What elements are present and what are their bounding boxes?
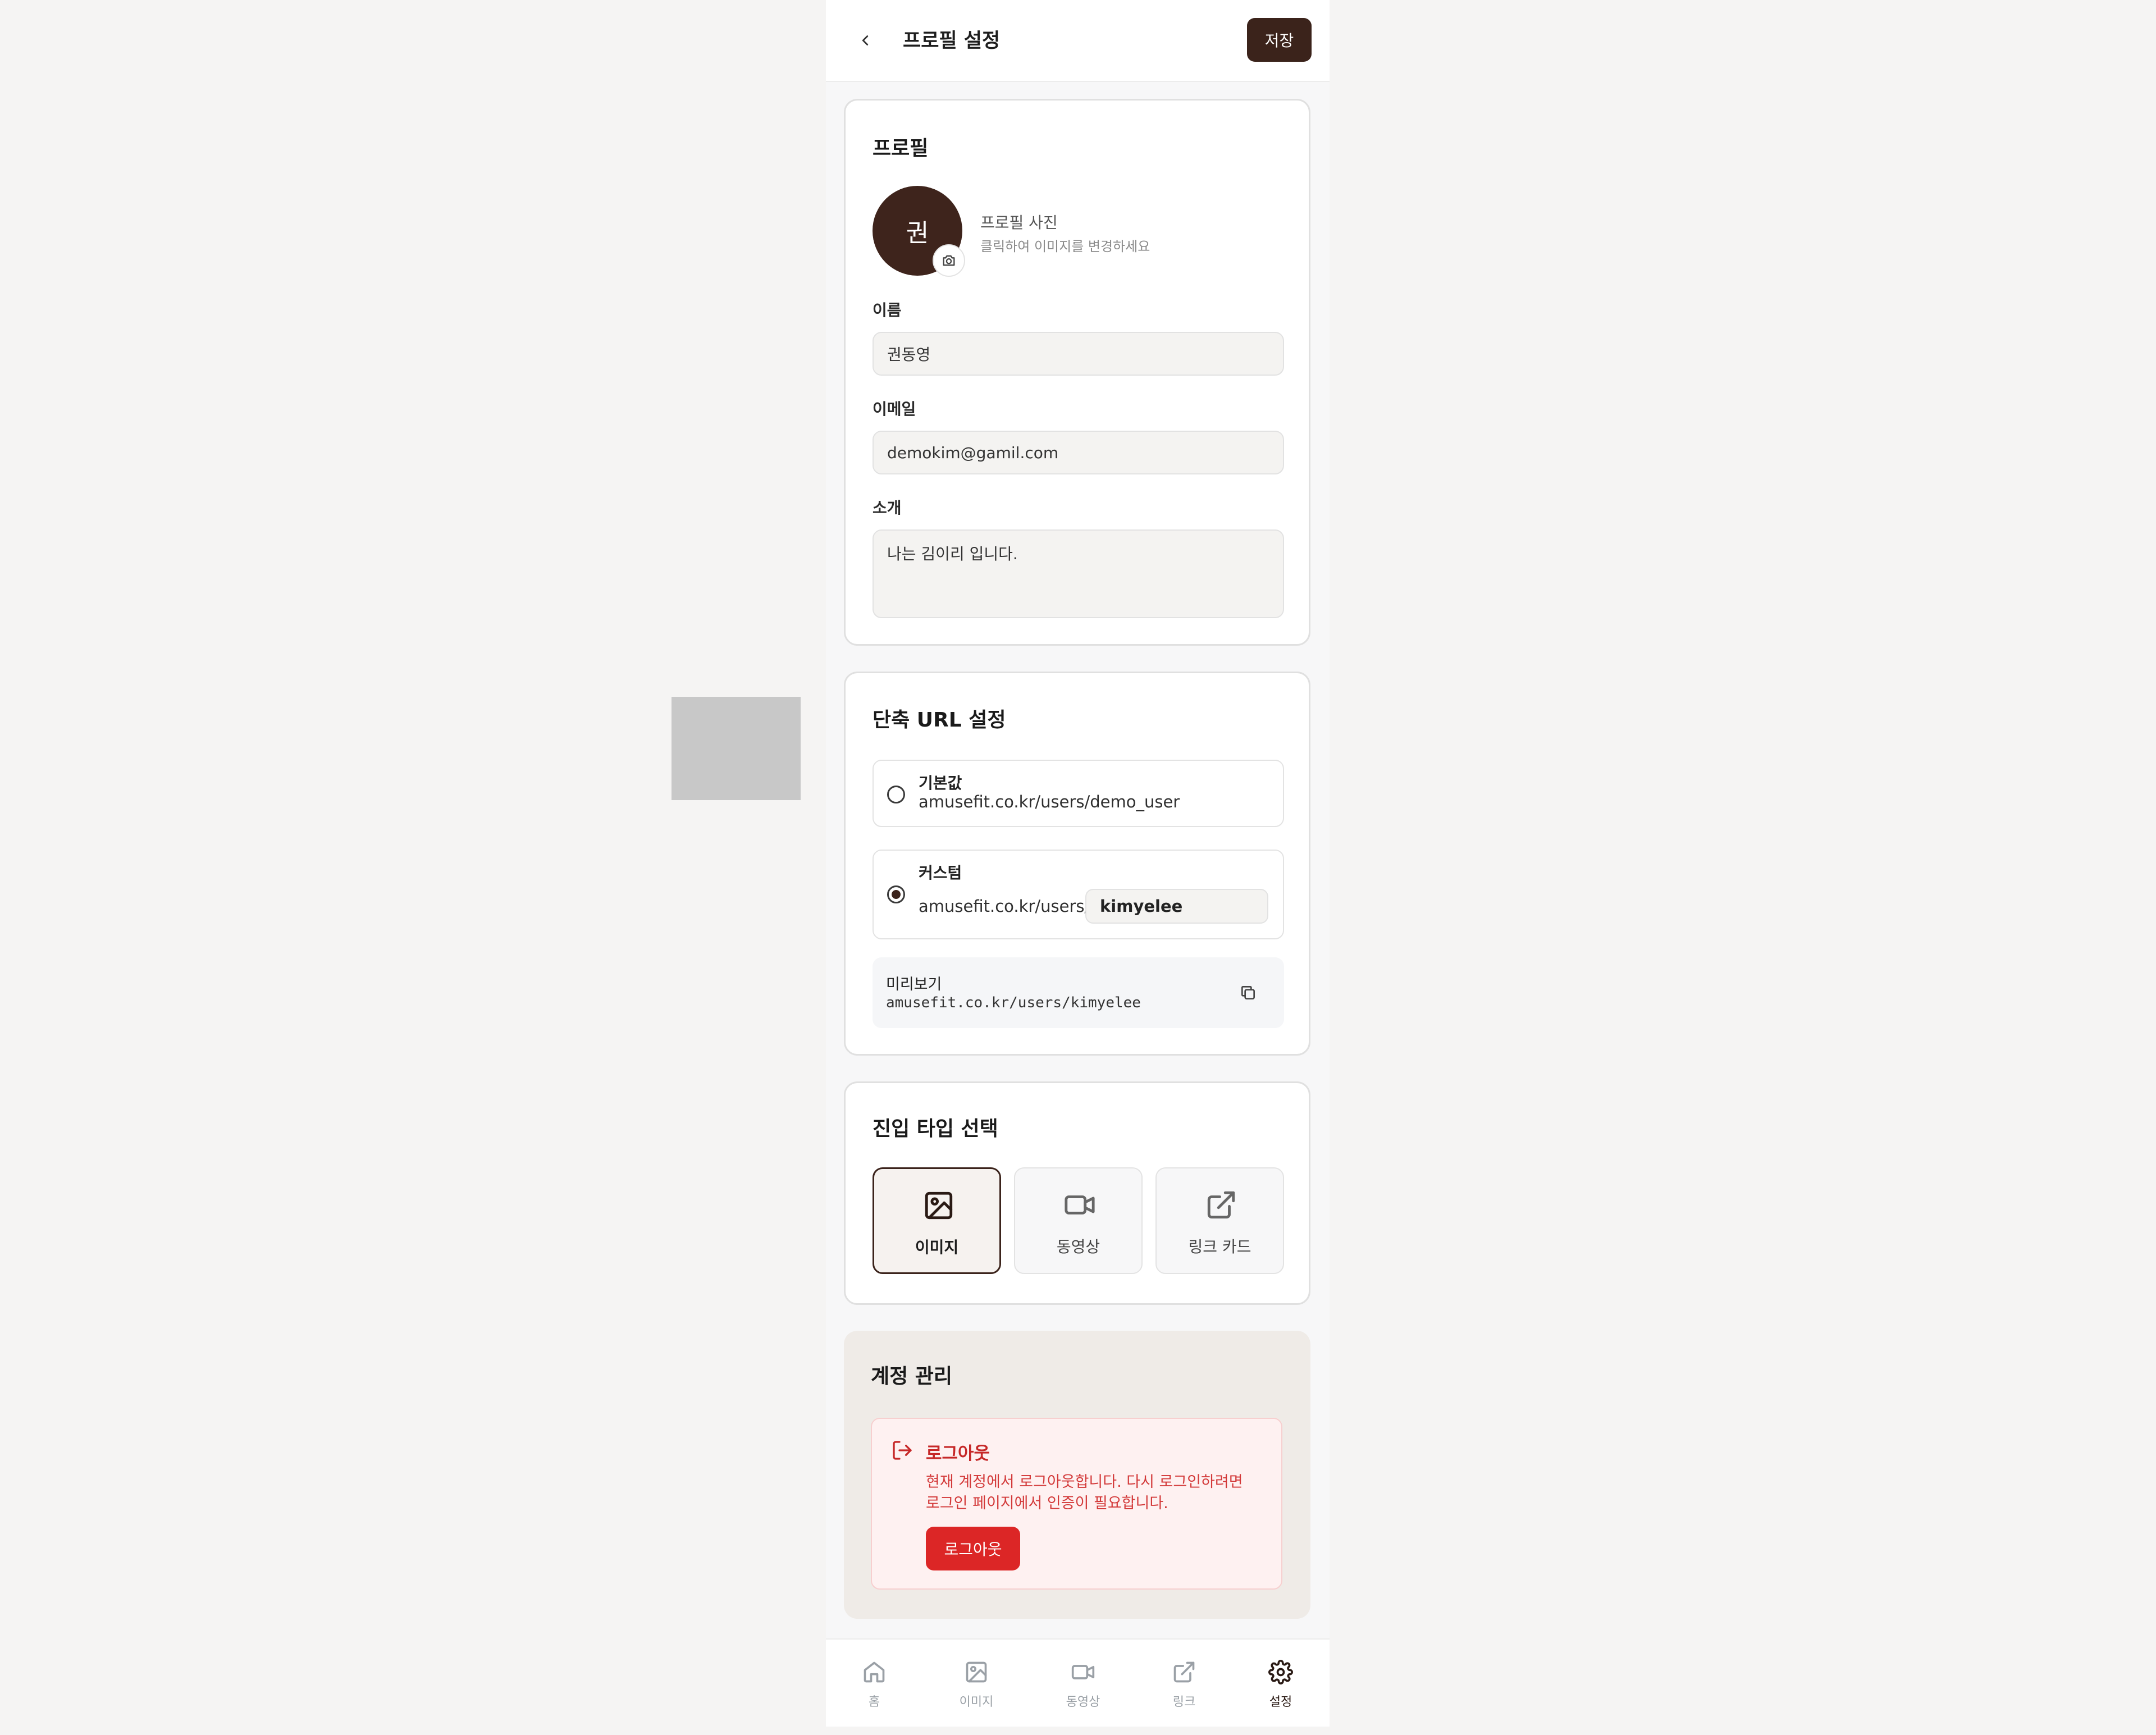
entry-type-video-label: 동영상 — [1056, 1238, 1100, 1256]
photo-label: 프로필 사진 — [980, 213, 1058, 232]
default-url-title: 기본값 — [919, 774, 962, 792]
photo-hint: 클릭하여 이미지를 변경하세요 — [980, 239, 1150, 254]
logout-button[interactable]: 로그아웃 — [926, 1527, 1020, 1570]
custom-url-input[interactable] — [1085, 889, 1268, 924]
video-icon — [1071, 1665, 1095, 1679]
bottom-nav: 홈 이미지 동영상 링크 설정 — [826, 1638, 1330, 1727]
bio-field[interactable]: 나는 김이리 입니다. — [873, 529, 1284, 618]
custom-url-radio[interactable] — [887, 885, 905, 903]
entry-type-section-title: 진입 타입 선택 — [873, 1117, 998, 1140]
camera-icon — [943, 255, 955, 266]
home-icon — [864, 1661, 885, 1683]
nav-item-home[interactable]: 홈 — [841, 1640, 908, 1727]
nav-label-settings: 설정 — [1269, 1695, 1292, 1709]
logout-title: 로그아웃 — [926, 1444, 990, 1464]
logout-panel: 로그아웃 현재 계정에서 로그아웃합니다. 다시 로그인하려면 로그인 페이지에… — [871, 1418, 1282, 1590]
back-button[interactable] — [851, 26, 880, 55]
account-card: 계정 관리 로그아웃 현재 계정에서 로그아웃합니다. 다시 로그인하려면 로그… — [844, 1331, 1310, 1619]
custom-url-prefix: amusefit.co.kr/users/ — [919, 897, 1090, 916]
placeholder-image — [672, 697, 801, 800]
short-url-card: 단축 URL 설정 기본값 amusefit.co.kr/users/demo_… — [844, 672, 1310, 1056]
image-icon — [925, 1191, 953, 1220]
default-url-option[interactable]: 기본값 amusefit.co.kr/users/demo_user — [873, 760, 1284, 827]
entry-type-link-card-label: 링크 카드 — [1188, 1238, 1251, 1256]
nav-item-link[interactable]: 링크 — [1150, 1640, 1218, 1727]
entry-type-video[interactable]: 동영상 — [1014, 1167, 1143, 1274]
default-url-radio[interactable] — [887, 786, 905, 803]
profile-card: 프로필 권 프로필 사진 클릭하여 이미지를 변경하세요 이름 이메일 소개 나… — [844, 99, 1310, 646]
account-section-title: 계정 관리 — [871, 1365, 953, 1388]
nav-label-link: 링크 — [1172, 1695, 1196, 1709]
change-photo-button[interactable] — [933, 244, 965, 277]
name-field[interactable] — [873, 332, 1284, 376]
copy-url-button[interactable] — [1235, 980, 1261, 1006]
bio-label: 소개 — [873, 499, 902, 517]
preview-url: amusefit.co.kr/users/kimyelee — [886, 994, 1141, 1011]
chevron-left-icon — [862, 35, 869, 45]
custom-url-option[interactable]: 커스텀 amusefit.co.kr/users/ — [873, 850, 1284, 939]
entry-type-image[interactable]: 이미지 — [873, 1167, 1001, 1274]
logout-description-line1: 현재 계정에서 로그아웃합니다. 다시 로그인하려면 — [926, 1473, 1243, 1491]
short-url-section-title: 단축 URL 설정 — [873, 709, 1006, 732]
logout-icon — [893, 1441, 912, 1460]
video-icon — [1065, 1195, 1095, 1214]
copy-icon — [1241, 986, 1255, 999]
preview-label: 미리보기 — [886, 976, 942, 993]
entry-type-image-label: 이미지 — [915, 1238, 959, 1257]
name-label: 이름 — [873, 301, 902, 319]
nav-item-image[interactable]: 이미지 — [943, 1640, 1010, 1727]
page-title: 프로필 설정 — [903, 30, 1001, 52]
custom-url-title: 커스텀 — [919, 864, 962, 882]
external-link-icon — [1207, 1191, 1235, 1219]
image-icon — [966, 1661, 987, 1683]
email-field[interactable] — [873, 431, 1284, 474]
entry-type-card: 진입 타입 선택 이미지 동영상 링크 카드 — [844, 1081, 1310, 1305]
url-preview: 미리보기 amusefit.co.kr/users/kimyelee — [873, 957, 1284, 1028]
app-screen: 프로필 설정 저장 프로필 권 프로필 사진 클릭하여 이미지를 변경하세요 이… — [826, 0, 1330, 1727]
nav-item-video[interactable]: 동영상 — [1049, 1640, 1117, 1727]
top-bar: 프로필 설정 저장 — [826, 0, 1330, 82]
email-label: 이메일 — [873, 400, 916, 418]
nav-item-settings[interactable]: 설정 — [1247, 1640, 1314, 1727]
nav-label-video: 동영상 — [1066, 1695, 1100, 1709]
default-url-value: amusefit.co.kr/users/demo_user — [919, 792, 1180, 811]
nav-label-home: 홈 — [868, 1695, 880, 1709]
profile-section-title: 프로필 — [873, 137, 929, 160]
save-button[interactable]: 저장 — [1247, 18, 1312, 62]
logout-description-line2: 로그인 페이지에서 인증이 필요합니다. — [926, 1495, 1168, 1512]
avatar-initial: 권 — [906, 219, 929, 248]
nav-label-image: 이미지 — [959, 1695, 994, 1709]
entry-type-link-card[interactable]: 링크 카드 — [1155, 1167, 1284, 1274]
external-link-icon — [1173, 1661, 1195, 1683]
gear-icon — [1268, 1660, 1293, 1684]
